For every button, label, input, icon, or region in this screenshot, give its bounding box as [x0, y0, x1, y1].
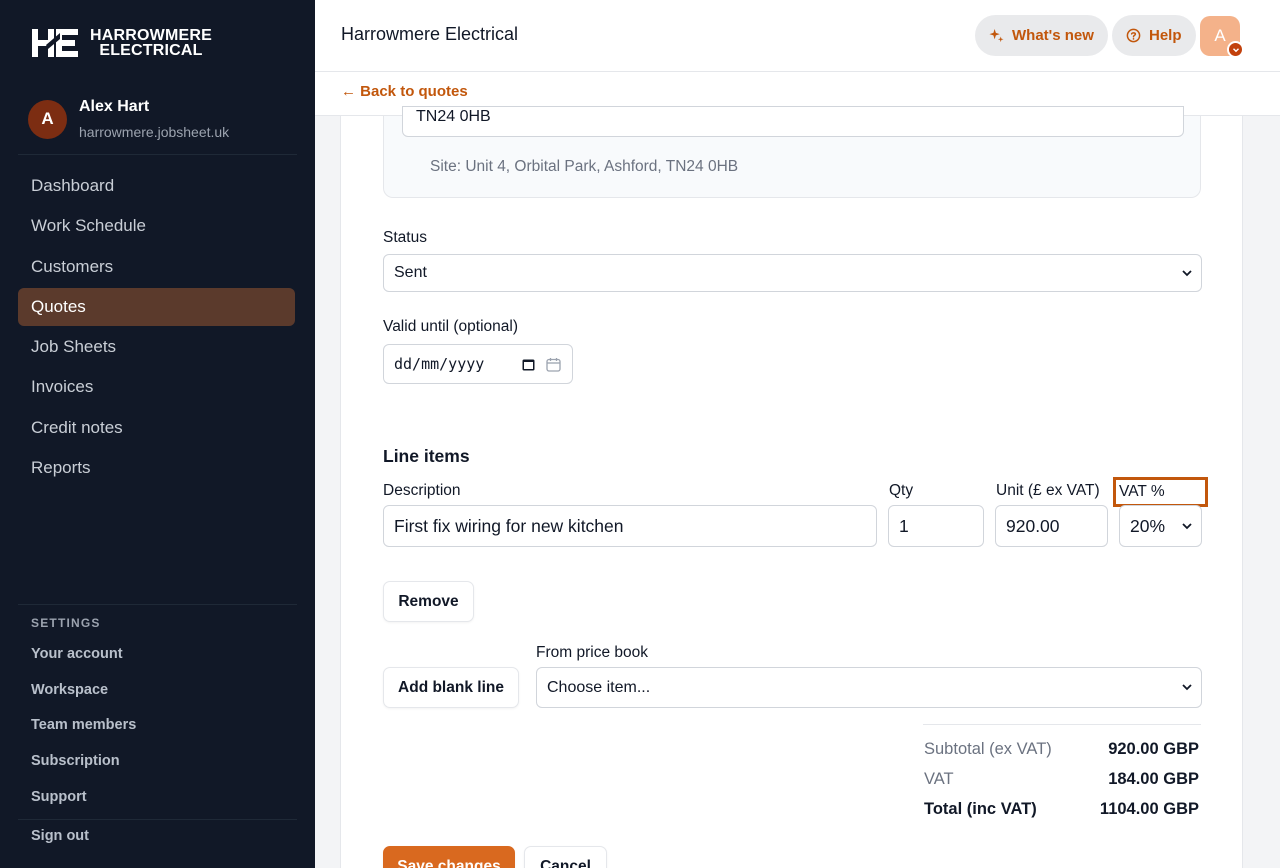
status-value: Sent: [394, 264, 427, 281]
whats-new-label: What's new: [1012, 27, 1094, 44]
settings-item-subscription[interactable]: Subscription: [31, 743, 136, 779]
sidebar-item-reports[interactable]: Reports: [18, 449, 295, 487]
chevron-down-icon: [1182, 270, 1192, 277]
vat-value: 184.00 GBP: [1108, 770, 1199, 788]
whats-new-button[interactable]: What's new: [975, 15, 1108, 56]
status-label: Status: [383, 229, 427, 246]
settings-item-your-account[interactable]: Your account: [31, 636, 136, 672]
settings-nav: Your account Workspace Team members Subs…: [31, 636, 136, 815]
brand-wordmark: HARROWMERE ELECTRICAL: [90, 27, 212, 59]
avatar: A: [28, 99, 67, 139]
cancel-button[interactable]: Cancel: [524, 846, 607, 868]
site-address-box: TN24 0HB Site: Unit 4, Orbital Park, Ash…: [383, 106, 1201, 198]
quote-form-card: TN24 0HB Site: Unit 4, Orbital Park, Ash…: [340, 106, 1243, 868]
postcode-input[interactable]: TN24 0HB: [402, 106, 1184, 137]
top-header: Harrowmere Electrical What's new Help A: [315, 0, 1280, 72]
signout-divider: [18, 819, 297, 820]
sidebar-item-invoices[interactable]: Invoices: [18, 368, 295, 406]
vat-column-label: VAT %: [1119, 483, 1165, 500]
valid-until-label: Valid until (optional): [383, 318, 518, 335]
chevron-down-icon: [1227, 41, 1244, 58]
price-book-placeholder: Choose item...: [547, 678, 651, 696]
user-name: Alex Hart: [79, 98, 150, 115]
sidebar-divider: [18, 154, 297, 155]
sidebar: HARROWMERE ELECTRICAL A Alex Hart harrow…: [0, 0, 315, 868]
total-value: 1104.00 GBP: [1099, 800, 1199, 818]
settings-item-team-members[interactable]: Team members: [31, 708, 136, 744]
brand-logo[interactable]: HARROWMERE ELECTRICAL: [30, 27, 212, 59]
settings-heading: SETTINGS: [31, 616, 101, 630]
line-vat-value: 20%: [1130, 515, 1166, 536]
logo-mark-icon: [32, 29, 78, 57]
subtotal-label: Subtotal (ex VAT): [924, 740, 1052, 758]
sidebar-item-customers[interactable]: Customers: [18, 248, 295, 286]
price-book-select[interactable]: Choose item...: [536, 667, 1202, 708]
user-menu-button[interactable]: A: [1200, 16, 1244, 58]
sidebar-item-work-schedule[interactable]: Work Schedule: [18, 207, 295, 245]
help-button[interactable]: Help: [1112, 15, 1196, 56]
sign-out-link[interactable]: Sign out: [31, 828, 89, 844]
subtotal-value: 920.00 GBP: [1108, 740, 1199, 758]
main-nav: Dashboard Work Schedule Customers Quotes…: [18, 167, 295, 489]
description-column-label: Description: [383, 482, 461, 499]
sidebar-item-job-sheets[interactable]: Job Sheets: [18, 328, 295, 366]
chevron-down-icon: [1182, 523, 1192, 530]
vat-label: VAT: [924, 770, 954, 788]
unit-column-label: Unit (£ ex VAT): [996, 482, 1100, 499]
sidebar-item-dashboard[interactable]: Dashboard: [18, 167, 295, 205]
user-menu-initial: A: [1214, 26, 1226, 45]
help-circle-icon: [1126, 28, 1141, 43]
price-book-label: From price book: [536, 644, 648, 661]
line-items-heading: Line items: [383, 446, 470, 466]
brand-line-2: ELECTRICAL: [99, 42, 203, 59]
valid-until-placeholder: dd/mm/yyyy: [394, 355, 485, 373]
settings-divider: [18, 604, 297, 605]
qty-column-label: Qty: [889, 482, 914, 499]
user-domain: harrowmere.jobsheet.uk: [79, 124, 230, 140]
page-title: Harrowmere Electrical: [341, 24, 519, 44]
save-changes-button[interactable]: Save changes: [383, 846, 515, 868]
line-unit-price-input[interactable]: 920.00: [995, 505, 1108, 547]
line-qty-input[interactable]: 1: [888, 505, 984, 547]
line-vat-select[interactable]: 20%: [1119, 505, 1202, 547]
valid-until-date-input[interactable]: dd/mm/yyyy: [383, 344, 573, 384]
total-label: Total (inc VAT): [924, 800, 1037, 818]
line-description-input[interactable]: First fix wiring for new kitchen: [383, 505, 877, 547]
remove-line-button[interactable]: Remove: [383, 581, 474, 622]
back-to-quotes-link[interactable]: ← Back to quotes: [341, 83, 468, 100]
sparkle-icon: [989, 28, 1004, 43]
settings-item-support[interactable]: Support: [31, 779, 136, 815]
summary-divider: [923, 724, 1201, 725]
status-select[interactable]: Sent: [383, 254, 1202, 292]
sidebar-user: A Alex Hart harrowmere.jobsheet.uk: [28, 98, 229, 140]
help-label: Help: [1149, 27, 1182, 44]
site-address-text: Site: Unit 4, Orbital Park, Ashford, TN2…: [430, 158, 739, 175]
chevron-down-icon: [1182, 684, 1192, 691]
sidebar-item-credit-notes[interactable]: Credit notes: [18, 409, 295, 447]
calendar-picker-icon: [522, 359, 535, 371]
add-blank-line-button[interactable]: Add blank line: [383, 667, 519, 708]
brand-line-1: HARROWMERE: [90, 27, 212, 44]
calendar-icon[interactable]: [546, 357, 561, 372]
settings-item-workspace[interactable]: Workspace: [31, 672, 136, 708]
sidebar-item-quotes[interactable]: Quotes: [18, 287, 295, 326]
